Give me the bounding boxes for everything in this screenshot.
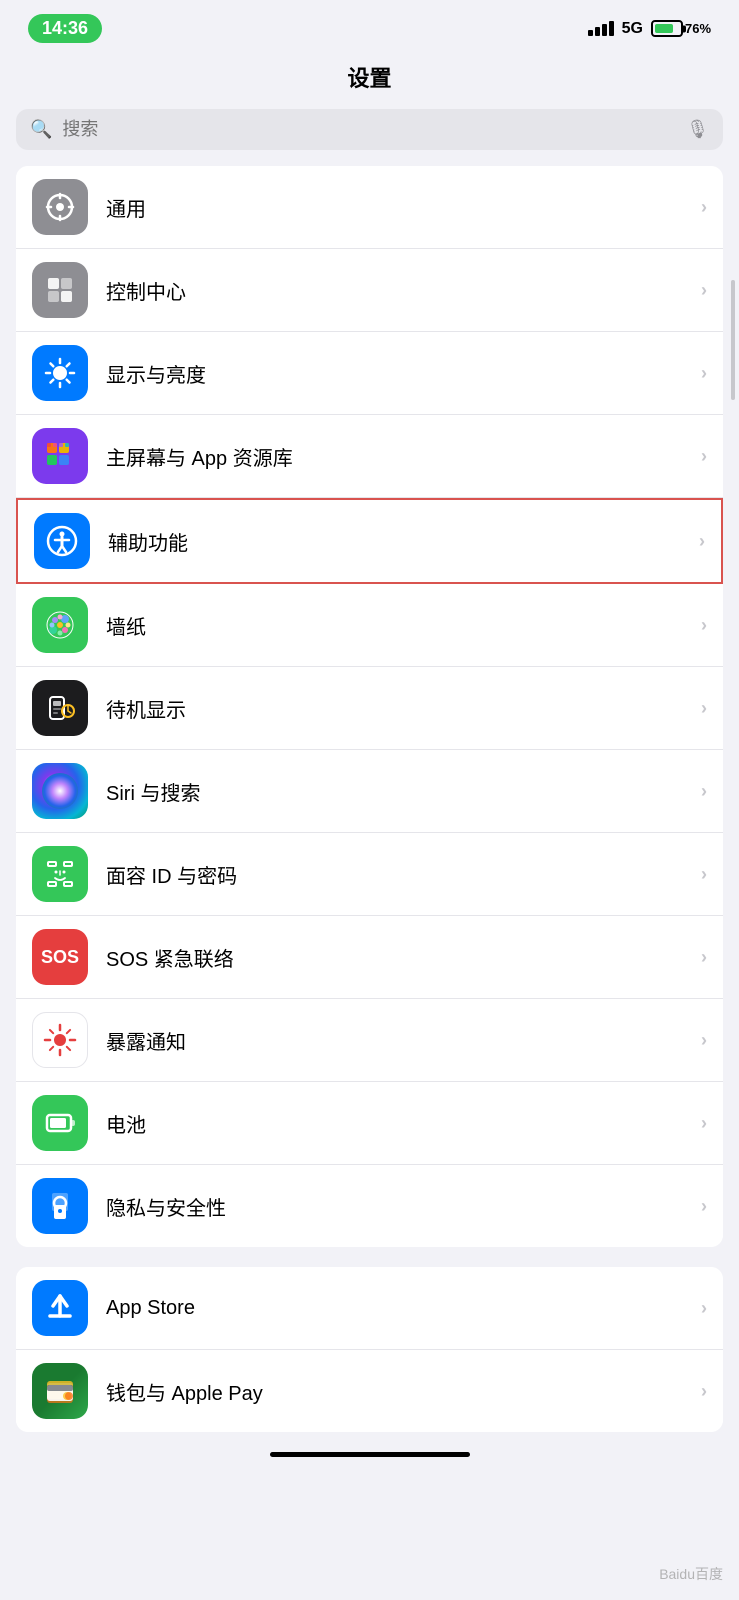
settings-section-apps: App Store › 钱包与 Apple Pay ›: [16, 1267, 723, 1432]
general-icon: [32, 179, 88, 235]
settings-item-general[interactable]: 通用 ›: [16, 166, 723, 249]
search-input[interactable]: [62, 119, 676, 140]
battery-body: [651, 20, 683, 37]
sos-icon: SOS: [32, 929, 88, 985]
display-icon: [32, 345, 88, 401]
status-bar: 14:36 5G 76%: [0, 0, 739, 53]
wallet-chevron: ›: [701, 1381, 707, 1402]
general-chevron: ›: [701, 197, 707, 218]
mic-icon[interactable]: 🎙: [686, 119, 709, 140]
settings-item-display[interactable]: 显示与亮度 ›: [16, 332, 723, 415]
home-indicator: [270, 1452, 470, 1457]
standby-chevron: ›: [701, 698, 707, 719]
watermark: Baidu百度: [659, 1564, 723, 1584]
siri-icon: [32, 763, 88, 819]
scrollbar[interactable]: [731, 280, 735, 400]
signal-bars-icon: [588, 21, 614, 36]
settings-item-homescreen[interactable]: 主屏幕与 App 资源库 ›: [16, 415, 723, 498]
search-bar[interactable]: 🔍 🎙: [16, 109, 723, 150]
settings-item-siri[interactable]: Siri 与搜索 ›: [16, 750, 723, 833]
status-time: 14:36: [28, 14, 102, 43]
battery-fill: [655, 24, 673, 33]
wallpaper-chevron: ›: [701, 615, 707, 636]
siri-label: Siri 与搜索: [106, 777, 701, 806]
general-label: 通用: [106, 193, 701, 222]
control-icon: [32, 262, 88, 318]
search-icon: 🔍: [30, 119, 52, 140]
faceid-label: 面容 ID 与密码: [106, 860, 701, 889]
settings-item-standby[interactable]: 待机显示 ›: [16, 667, 723, 750]
display-label: 显示与亮度: [106, 359, 701, 388]
accessibility-label: 辅助功能: [108, 527, 699, 556]
battery-chevron: ›: [701, 1113, 707, 1134]
battery-label: 电池: [106, 1109, 701, 1138]
wallpaper-icon: [32, 597, 88, 653]
display-chevron: ›: [701, 363, 707, 384]
exposure-icon: [32, 1012, 88, 1068]
privacy-icon: [32, 1178, 88, 1234]
sos-chevron: ›: [701, 947, 707, 968]
faceid-icon: [32, 846, 88, 902]
page-title: 设置: [0, 53, 739, 109]
homescreen-chevron: ›: [701, 446, 707, 467]
homescreen-icon: [32, 428, 88, 484]
settings-item-wallet[interactable]: 钱包与 Apple Pay ›: [16, 1350, 723, 1432]
network-label: 5G: [622, 20, 643, 38]
sos-label: SOS 紧急联络: [106, 943, 701, 972]
settings-item-appstore[interactable]: App Store ›: [16, 1267, 723, 1350]
appstore-label: App Store: [106, 1297, 701, 1320]
siri-chevron: ›: [701, 781, 707, 802]
accessibility-chevron: ›: [699, 531, 705, 552]
wallpaper-label: 墙纸: [106, 611, 701, 640]
settings-item-faceid[interactable]: 面容 ID 与密码 ›: [16, 833, 723, 916]
settings-item-exposure[interactable]: 暴露通知 ›: [16, 999, 723, 1082]
battery-indicator: 76%: [651, 20, 711, 37]
settings-item-privacy[interactable]: 隐私与安全性 ›: [16, 1165, 723, 1247]
faceid-chevron: ›: [701, 864, 707, 885]
wallet-label: 钱包与 Apple Pay: [106, 1377, 701, 1406]
settings-item-battery[interactable]: 电池 ›: [16, 1082, 723, 1165]
control-label: 控制中心: [106, 276, 701, 305]
settings-section-main: 通用 › 控制中心 ›: [16, 166, 723, 1247]
homescreen-label: 主屏幕与 App 资源库: [106, 442, 701, 471]
standby-icon: [32, 680, 88, 736]
settings-item-accessibility[interactable]: 辅助功能 ›: [16, 498, 723, 584]
privacy-label: 隐私与安全性: [106, 1192, 701, 1221]
settings-item-sos[interactable]: SOS SOS 紧急联络 ›: [16, 916, 723, 999]
settings-item-control[interactable]: 控制中心 ›: [16, 249, 723, 332]
appstore-chevron: ›: [701, 1298, 707, 1319]
standby-label: 待机显示: [106, 694, 701, 723]
control-chevron: ›: [701, 280, 707, 301]
sos-text: SOS: [41, 947, 79, 968]
status-right: 5G 76%: [588, 20, 711, 38]
exposure-label: 暴露通知: [106, 1026, 701, 1055]
exposure-chevron: ›: [701, 1030, 707, 1051]
settings-item-wallpaper[interactable]: 墙纸 ›: [16, 584, 723, 667]
accessibility-icon: [34, 513, 90, 569]
appstore-icon: [32, 1280, 88, 1336]
privacy-chevron: ›: [701, 1196, 707, 1217]
battery-icon: [32, 1095, 88, 1151]
battery-percent: 76%: [685, 21, 711, 36]
wallet-icon: [32, 1363, 88, 1419]
